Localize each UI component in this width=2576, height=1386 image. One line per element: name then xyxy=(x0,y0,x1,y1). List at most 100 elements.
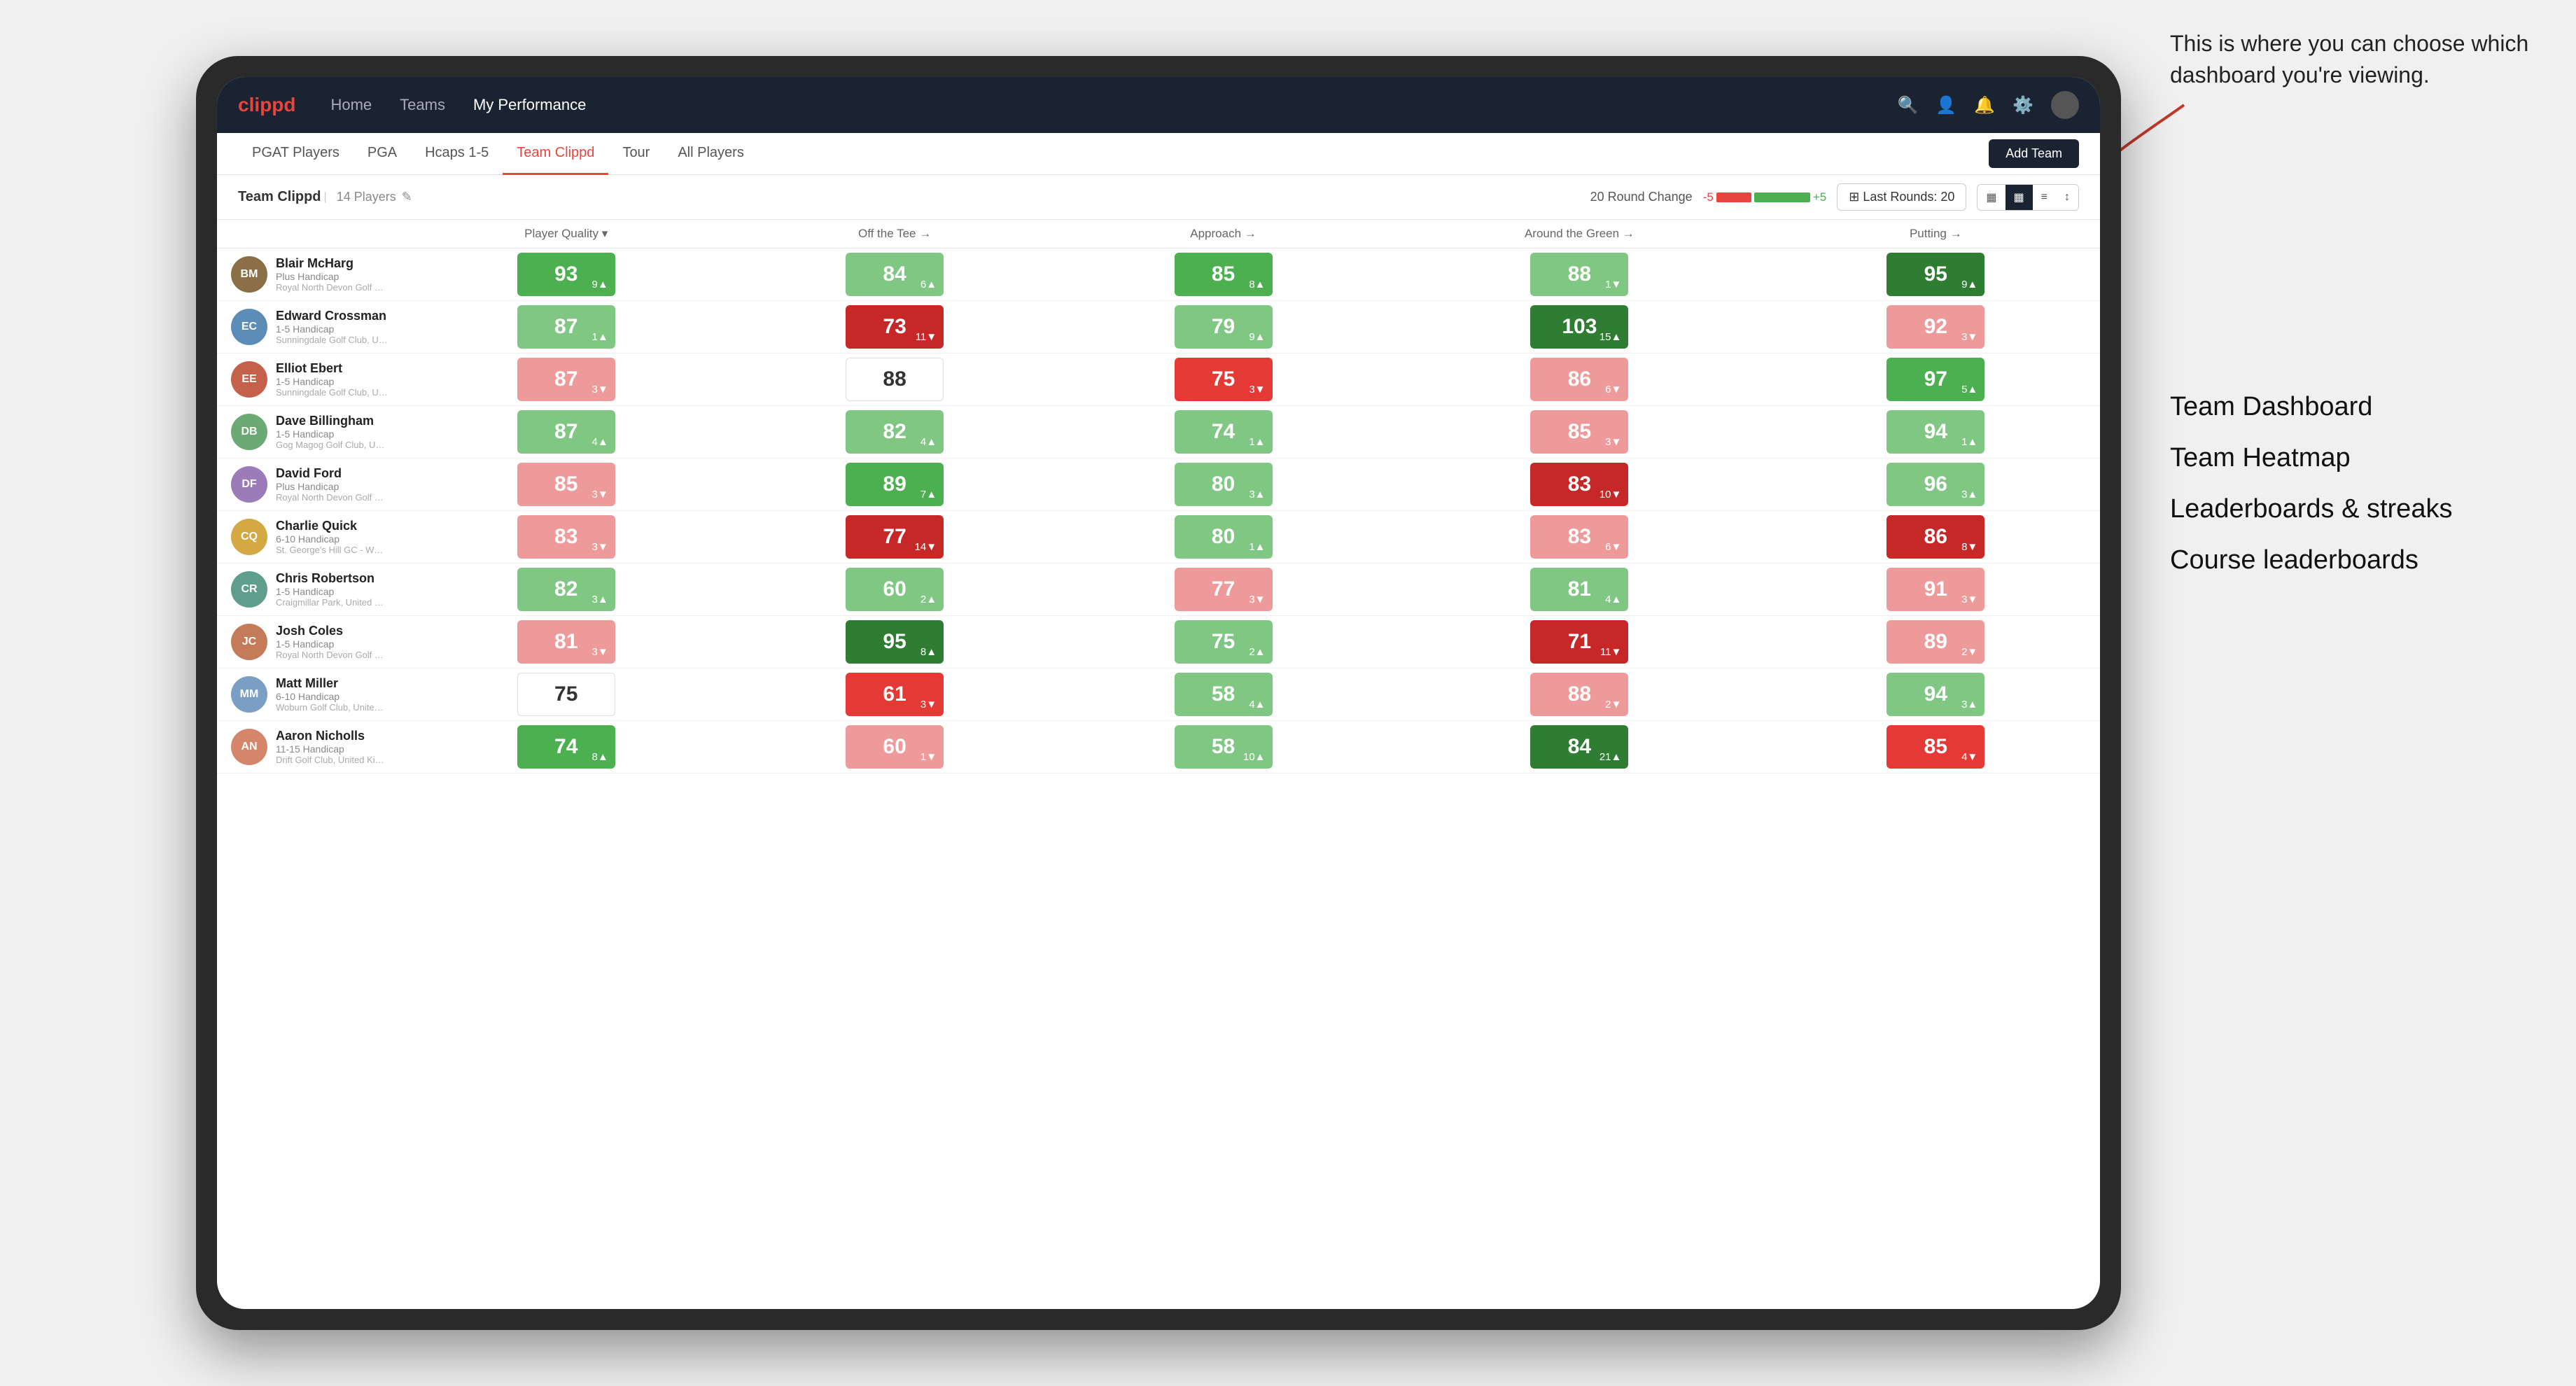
score-box: 87 3▼ xyxy=(517,358,615,401)
add-team-button[interactable]: Add Team xyxy=(1989,139,2079,168)
score-number: 81 xyxy=(554,630,578,654)
score-box: 86 8▼ xyxy=(1886,515,1984,559)
score-cell-2: 85 8▲ xyxy=(1059,248,1387,301)
player-info: Elliot Ebert 1-5 Handicap Sunningdale Go… xyxy=(276,361,388,398)
score-number: 83 xyxy=(1568,472,1591,496)
score-box: 85 3▼ xyxy=(1530,410,1628,454)
score-box: 85 4▼ xyxy=(1886,725,1984,769)
score-box: 80 3▲ xyxy=(1175,463,1273,506)
table-row[interactable]: CQ Charlie Quick 6-10 Handicap St. Georg… xyxy=(217,511,2100,564)
score-box: 94 3▲ xyxy=(1886,673,1984,716)
player-handicap: Plus Handicap xyxy=(276,271,388,282)
col-header-putting[interactable]: Putting → xyxy=(1772,220,2100,248)
score-number: 83 xyxy=(554,525,578,549)
score-cell-2: 79 9▲ xyxy=(1059,301,1387,354)
score-number: 81 xyxy=(1568,578,1591,601)
table-row[interactable]: MM Matt Miller 6-10 Handicap Woburn Golf… xyxy=(217,668,2100,721)
score-delta: 2▼ xyxy=(1961,646,1977,658)
col-header-tee[interactable]: Off the Tee → xyxy=(730,220,1058,248)
score-delta: 15▲ xyxy=(1600,331,1622,343)
player-name: David Ford xyxy=(276,466,388,481)
view-grid-btn[interactable]: ▦ xyxy=(1977,185,2005,210)
score-cell-4: 92 3▼ xyxy=(1772,301,2100,354)
score-delta: 6▼ xyxy=(1605,541,1621,553)
score-number: 94 xyxy=(1924,420,1947,444)
score-cell-1: 60 1▼ xyxy=(730,721,1058,774)
player-avatar: DF xyxy=(231,466,267,503)
last-rounds-button[interactable]: ⊞ Last Rounds: 20 xyxy=(1837,183,1966,211)
subnav-pgat[interactable]: PGAT Players xyxy=(238,133,354,175)
table-row[interactable]: BM Blair McHarg Plus Handicap Royal Nort… xyxy=(217,248,2100,301)
score-number: 88 xyxy=(883,368,906,391)
subnav-tour[interactable]: Tour xyxy=(608,133,664,175)
table-row[interactable]: AN Aaron Nicholls 11-15 Handicap Drift G… xyxy=(217,721,2100,774)
player-info: Aaron Nicholls 11-15 Handicap Drift Golf… xyxy=(276,729,388,765)
score-cell-3: 83 6▼ xyxy=(1387,511,1771,564)
score-cell-1: 77 14▼ xyxy=(730,511,1058,564)
user-icon[interactable]: 👤 xyxy=(1935,95,1956,115)
table-row[interactable]: DF David Ford Plus Handicap Royal North … xyxy=(217,458,2100,511)
table-row[interactable]: DB Dave Billingham 1-5 Handicap Gog Mago… xyxy=(217,406,2100,458)
score-delta: 3▲ xyxy=(1249,489,1265,500)
table-row[interactable]: EC Edward Crossman 1-5 Handicap Sunningd… xyxy=(217,301,2100,354)
score-delta: 10▲ xyxy=(1243,751,1266,763)
nav-item-teams[interactable]: Teams xyxy=(400,96,445,114)
settings-icon[interactable]: ⚙️ xyxy=(2012,95,2033,115)
subnav-allplayers[interactable]: All Players xyxy=(664,133,757,175)
table-row[interactable]: CR Chris Robertson 1-5 Handicap Craigmil… xyxy=(217,564,2100,616)
score-number: 84 xyxy=(1568,735,1591,759)
player-name: Charlie Quick xyxy=(276,519,388,533)
score-delta: 3▼ xyxy=(592,384,608,396)
subnav-pga[interactable]: PGA xyxy=(354,133,411,175)
score-cell-0: 87 4▲ xyxy=(402,406,730,458)
round-change-label: 20 Round Change xyxy=(1590,190,1693,204)
score-cell-3: 81 4▲ xyxy=(1387,564,1771,616)
score-delta: 3▼ xyxy=(1249,384,1265,396)
score-delta: 2▼ xyxy=(1605,699,1621,710)
player-info: Chris Robertson 1-5 Handicap Craigmillar… xyxy=(276,571,388,608)
bell-icon[interactable]: 🔔 xyxy=(1974,95,1995,115)
score-delta: 2▲ xyxy=(1249,646,1265,658)
table-row[interactable]: JC Josh Coles 1-5 Handicap Royal North D… xyxy=(217,616,2100,668)
team-bar: Team Clippd | 14 Players ✎ 20 Round Chan… xyxy=(217,175,2100,220)
score-delta: 3▼ xyxy=(1961,594,1977,606)
nav-item-myperformance[interactable]: My Performance xyxy=(473,96,586,114)
avatar[interactable] xyxy=(2051,91,2079,119)
view-list-btn[interactable]: ≡ xyxy=(2033,185,2056,210)
score-delta: 3▲ xyxy=(592,594,608,606)
col-header-approach[interactable]: Approach → xyxy=(1059,220,1387,248)
subnav-teamclippd[interactable]: Team Clippd xyxy=(503,133,608,175)
col-header-quality[interactable]: Player Quality ▾ xyxy=(402,220,730,248)
score-delta: 3▼ xyxy=(592,646,608,658)
score-delta: 3▼ xyxy=(592,489,608,500)
score-box: 84 21▲ xyxy=(1530,725,1628,769)
score-delta: 6▼ xyxy=(1605,384,1621,396)
col-header-green[interactable]: Around the Green → xyxy=(1387,220,1771,248)
edit-icon[interactable]: ✎ xyxy=(402,190,412,204)
score-number: 80 xyxy=(1212,525,1235,549)
score-box: 73 11▼ xyxy=(846,305,944,349)
score-box: 74 8▲ xyxy=(517,725,615,769)
player-name: Chris Robertson xyxy=(276,571,388,586)
score-box: 79 9▲ xyxy=(1175,305,1273,349)
view-filter-btn[interactable]: ↕ xyxy=(2056,185,2078,210)
player-cell: EE Elliot Ebert 1-5 Handicap Sunningdale… xyxy=(224,356,395,403)
score-number: 71 xyxy=(1568,630,1591,654)
score-box: 83 3▼ xyxy=(517,515,615,559)
player-club: Woburn Golf Club, United Kingdom xyxy=(276,702,388,713)
score-delta: 11▼ xyxy=(1600,646,1621,658)
score-cell-1: 84 6▲ xyxy=(730,248,1058,301)
nav-item-home[interactable]: Home xyxy=(330,96,372,114)
view-heatmap-btn[interactable]: ▦ xyxy=(2005,185,2033,210)
table-row[interactable]: EE Elliot Ebert 1-5 Handicap Sunningdale… xyxy=(217,354,2100,406)
search-icon[interactable]: 🔍 xyxy=(1897,95,1918,115)
score-box: 60 2▲ xyxy=(846,568,944,611)
score-cell-3: 103 15▲ xyxy=(1387,301,1771,354)
player-club: Royal North Devon Golf Club, United King… xyxy=(276,650,388,660)
score-cell-0: 87 3▼ xyxy=(402,354,730,406)
player-handicap: 1-5 Handicap xyxy=(276,638,388,650)
subnav-hcaps[interactable]: Hcaps 1-5 xyxy=(411,133,503,175)
score-cell-0: 85 3▼ xyxy=(402,458,730,511)
score-box: 86 6▼ xyxy=(1530,358,1628,401)
score-box: 95 9▲ xyxy=(1886,253,1984,296)
